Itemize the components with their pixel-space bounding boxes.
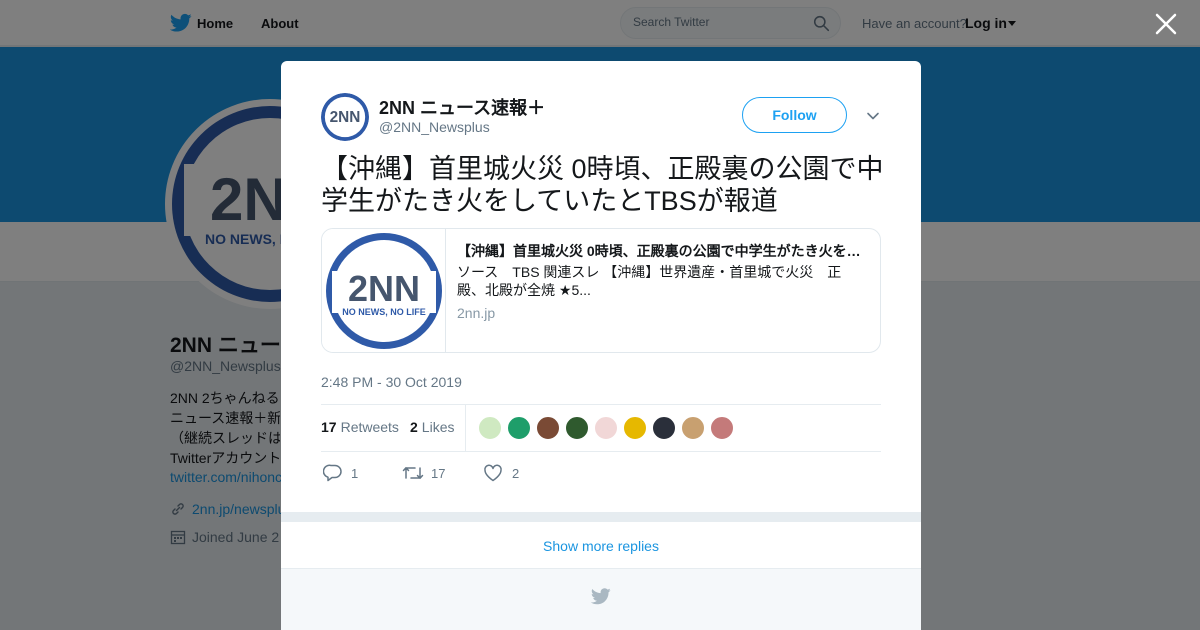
- follow-button[interactable]: Follow: [742, 97, 847, 133]
- 2nn-logo-icon: 2NN: [321, 93, 369, 141]
- card-logo-sub-text: NO NEWS, NO LIFE: [342, 307, 426, 317]
- avatar-character-icon[interactable]: [594, 416, 618, 440]
- retweet-label: Retweets: [340, 419, 399, 435]
- show-more-replies-label[interactable]: Show more replies: [543, 538, 659, 554]
- like-stat[interactable]: 2 Likes: [410, 419, 454, 435]
- retweet-count: 17: [321, 419, 337, 435]
- heart-icon: [484, 464, 502, 482]
- author-avatar[interactable]: 2NN: [321, 93, 369, 141]
- section-gap: [281, 512, 921, 522]
- card-image: 2NN NO NEWS, NO LIFE: [322, 229, 446, 352]
- avatar-cat-icon[interactable]: [681, 416, 705, 440]
- avatar-anime-girl-icon[interactable]: [536, 416, 560, 440]
- logo-small-main-text: 2NN: [330, 109, 361, 126]
- tweet-text: 【沖縄】首里城火災 0時頃、正殿裏の公園で中学生がたき火をしていたとTBSが報道: [321, 154, 884, 216]
- chevron-down-icon[interactable]: [865, 108, 881, 124]
- avatar-green-logo-icon[interactable]: [507, 416, 531, 440]
- close-icon[interactable]: [1154, 12, 1178, 36]
- divider: [321, 404, 881, 405]
- like-label: Likes: [421, 419, 455, 435]
- divider: [321, 451, 881, 452]
- like-action-count: 2: [512, 466, 520, 481]
- tweet-timestamp[interactable]: 2:48 PM - 30 Oct 2019: [321, 374, 462, 390]
- reply-count: 1: [351, 466, 359, 481]
- avatar-dark-girl-icon[interactable]: [652, 416, 676, 440]
- like-count: 2: [410, 419, 418, 435]
- link-card[interactable]: 2NN NO NEWS, NO LIFE 【沖縄】首里城火災 0時頃、正殿裏の公…: [321, 228, 881, 353]
- card-logo-main-text: 2NN: [348, 268, 420, 309]
- retweet-icon: [402, 467, 424, 479]
- retweet-stat[interactable]: 17 Retweets: [321, 419, 399, 435]
- reply-icon: [323, 464, 342, 482]
- avatar-face-icon[interactable]: [710, 416, 734, 440]
- tweet-modal: 2NN 2NN ニュース速報＋ @2NN_Newsplus Follow 【沖縄…: [281, 61, 921, 630]
- card-title[interactable]: 【沖縄】首里城火災 0時頃、正殿裏の公園で中学生がたき火を…: [457, 241, 867, 261]
- author-handle[interactable]: @2NN_Newsplus: [379, 119, 490, 135]
- modal-footer: [281, 568, 921, 630]
- twitter-bird-icon: [591, 588, 611, 605]
- author-name[interactable]: 2NN ニュース速報＋: [379, 94, 545, 120]
- retweet-action-count: 17: [431, 466, 446, 481]
- stat-separator: [465, 405, 466, 451]
- avatar-pattern-icon[interactable]: [478, 416, 502, 440]
- 2nn-card-logo-icon: 2NN NO NEWS, NO LIFE: [326, 233, 442, 349]
- avatar-yellow-badge-icon[interactable]: [623, 416, 647, 440]
- card-domain: 2nn.jp: [457, 305, 496, 321]
- avatar-train-icon[interactable]: [565, 416, 589, 440]
- show-more-replies[interactable]: Show more replies: [281, 522, 921, 568]
- card-description: ソース TBS 関連スレ 【沖縄】世界遺産・首里城で火災 正殿、北殿が全焼 ★5…: [457, 264, 842, 298]
